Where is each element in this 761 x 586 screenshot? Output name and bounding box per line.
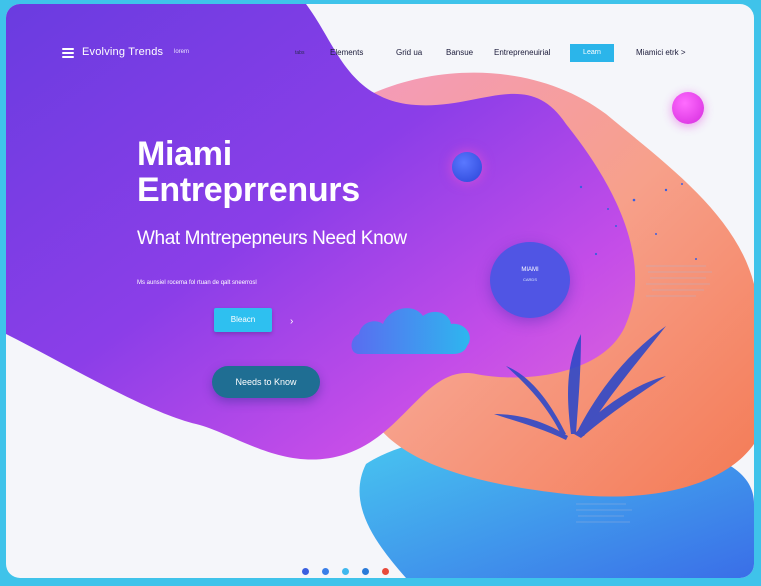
hero-subtitle: What Mntrepepneurs Need Know — [137, 228, 407, 249]
pagination-dot[interactable] — [302, 568, 309, 575]
hero-background — [6, 4, 754, 578]
learn-button[interactable]: Learn — [570, 44, 614, 62]
nav-link-bansue[interactable]: Bansue — [446, 48, 473, 57]
primary-cta-button[interactable]: Bleacn — [214, 308, 272, 332]
pagination-dot[interactable] — [342, 568, 349, 575]
brand-subtitle: lorem — [174, 49, 190, 55]
chevron-right-icon[interactable]: › — [290, 316, 293, 327]
nav-link-grid[interactable]: Grid ua — [396, 48, 422, 57]
pagination-dot[interactable] — [322, 568, 329, 575]
hero-title-line1: Miami — [137, 135, 232, 173]
hero-title-line2: Entreprrenurs — [137, 171, 360, 209]
brand-name[interactable]: Evolving Trends — [82, 46, 163, 58]
hamburger-menu-icon[interactable] — [62, 48, 74, 58]
needs-to-know-button[interactable]: Needs to Know — [212, 366, 320, 398]
page-frame: Evolving Trends lorem tabs Elements Grid… — [6, 4, 754, 578]
nav-link-miami[interactable]: Miamici etrk > — [636, 48, 686, 57]
badge-line2: CARDS — [522, 277, 537, 282]
pagination-dot[interactable] — [362, 568, 369, 575]
miami-badge[interactable]: MIAMI CARDS — [490, 242, 570, 318]
nav-link-tabs[interactable]: tabs — [295, 50, 304, 56]
top-navigation: Evolving Trends lorem tabs Elements Grid… — [6, 44, 754, 70]
carousel-pagination — [302, 568, 402, 576]
nav-link-elements[interactable]: Elements — [330, 48, 363, 57]
nav-link-entrepreneurial[interactable]: Entrepreneuirial — [494, 48, 550, 57]
hero-tagline: Ms aunsiel rocema fol rtuan de qalt snee… — [137, 280, 257, 286]
hero-title: Miami Entreprrenurs — [137, 136, 360, 208]
pagination-dot[interactable] — [382, 568, 389, 575]
cloud-shape — [351, 308, 470, 354]
magenta-sphere — [672, 92, 704, 124]
badge-line1: MIAMI — [521, 267, 539, 273]
blue-sphere — [452, 152, 482, 182]
